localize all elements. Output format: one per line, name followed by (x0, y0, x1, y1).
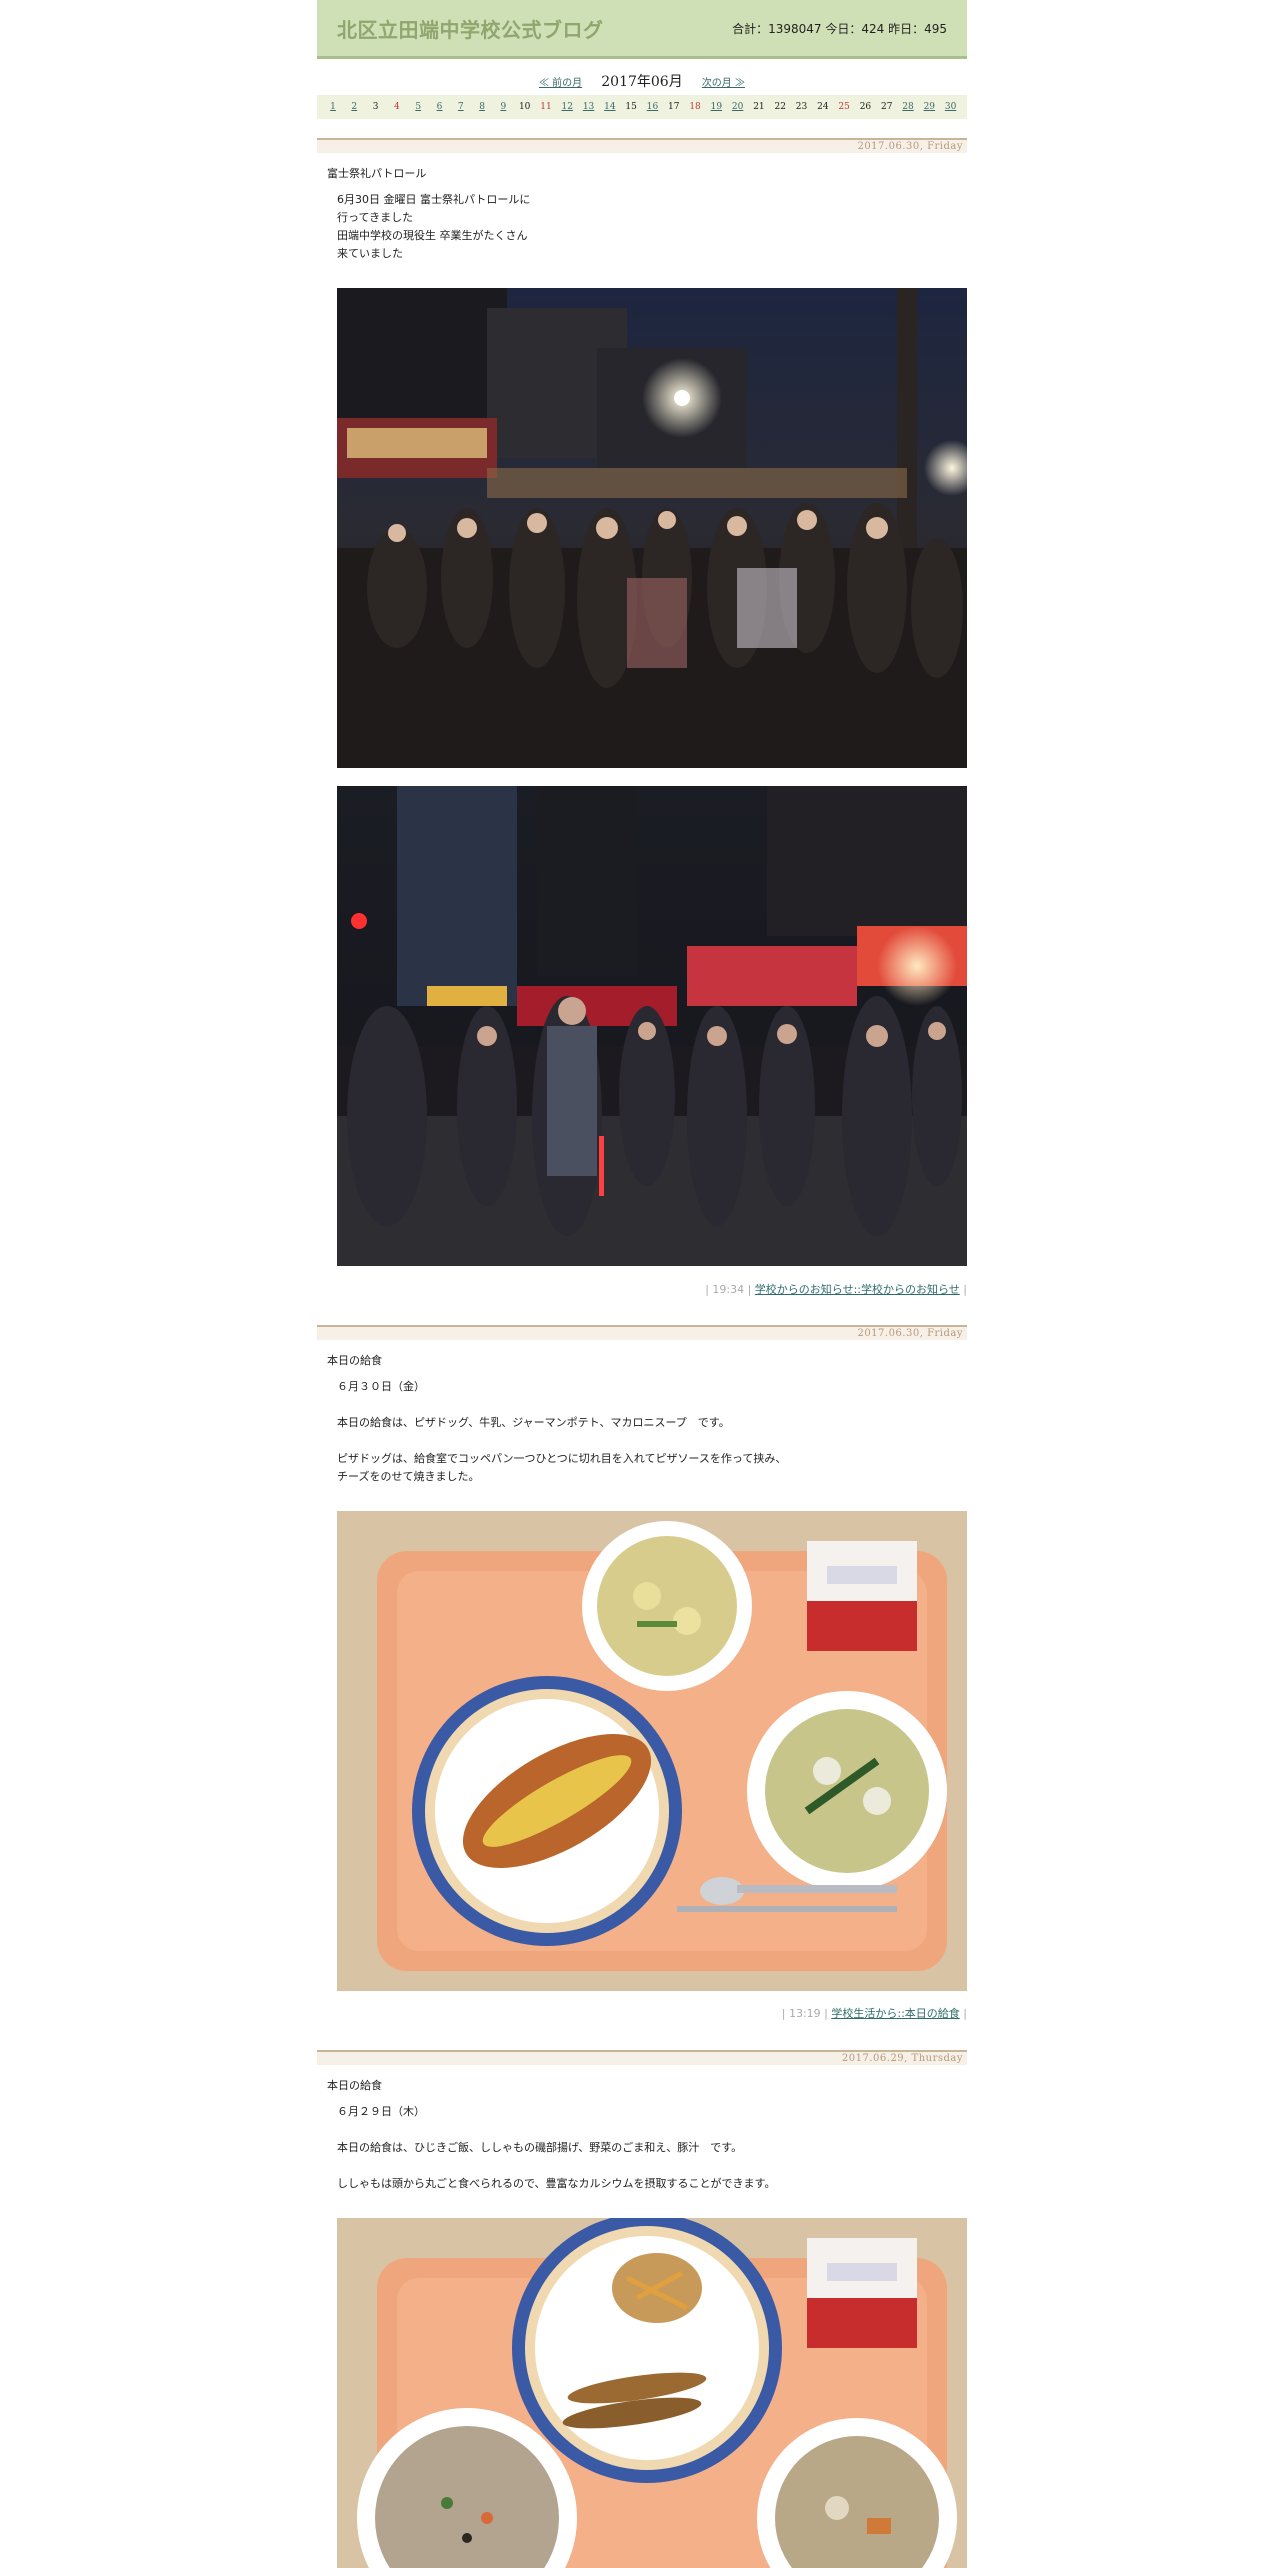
calendar-day: 23 (795, 102, 808, 112)
category-link[interactable]: 学校生活から::本日の給食 (831, 2007, 959, 2020)
post-body: ６月２９日（木） 本日の給食は、ひじきご飯、ししゃもの磯部揚げ、野菜のごま和え、… (337, 2103, 967, 2193)
calendar-day[interactable]: 29 (919, 102, 939, 112)
calendar-day: 27 (880, 102, 893, 112)
post-title[interactable]: 本日の給食 (327, 2077, 967, 2093)
post-line: ６月２９日（木） (337, 2105, 425, 2118)
post-line: 行ってきました (337, 211, 414, 224)
calendar-strip: 1 2 3 4 5 6 7 8 9 10 11 12 13 14 15 16 17 18 19 20 21 22 23 24 2… (317, 95, 967, 119)
post-line: 田端中学校の現役生 卒業生がたくさん (337, 229, 528, 242)
lunch-photo-shishamo (337, 2218, 967, 2568)
post-line: ６月３０日（金） (337, 1380, 425, 1393)
calendar-day[interactable]: 14 (600, 102, 620, 112)
post-meta: | 19:34 | 学校からのお知らせ::学校からのお知らせ | (705, 1281, 967, 1297)
calendar-day[interactable]: 19 (706, 102, 726, 112)
blog-post: 2017.06.30, Friday 本日の給食 ６月３０日（金） 本日の給食は… (317, 1325, 967, 2020)
post-meta: | 13:19 | 学校生活から::本日の給食 | (782, 2005, 967, 2021)
festival-photo-2 (337, 786, 967, 1266)
calendar-day[interactable]: 5 (408, 102, 428, 112)
post-line: 6月30日 金曜日 富士祭礼パトロールに (337, 193, 531, 206)
calendar-day: 21 (753, 102, 765, 112)
calendar-day[interactable]: 30 (941, 102, 961, 112)
calendar-day: 10 (518, 102, 531, 112)
month-navigation: ≪ 前の月 2017年06月 次の月 ≫ (317, 71, 967, 91)
calendar-day: 25 (838, 102, 850, 112)
calendar-day: 26 (859, 102, 872, 112)
post-date: 2017.06.29, Thursday (317, 2050, 967, 2065)
blog-post: 2017.06.29, Thursday 本日の給食 ６月２９日（木） 本日の給… (317, 2050, 967, 2568)
calendar-day: 18 (689, 102, 701, 112)
post-line (337, 2157, 967, 2175)
post-title[interactable]: 富士祭礼パトロール (327, 165, 967, 181)
meta-separator: | (963, 2007, 967, 2020)
post-line: チーズをのせて焼きました。 (337, 1470, 480, 1483)
prev-month-link[interactable]: ≪ 前の月 (539, 78, 582, 89)
blog-post: 2017.06.30, Friday 富士祭礼パトロール 6月30日 金曜日 富… (317, 138, 967, 1296)
calendar-day[interactable]: 12 (557, 102, 577, 112)
calendar-day: 15 (625, 102, 637, 112)
lunch-photo-pizza-dog (337, 1511, 967, 1991)
calendar-day[interactable]: 20 (728, 102, 748, 112)
calendar-day[interactable]: 28 (898, 102, 918, 112)
post-line (337, 1432, 967, 1450)
next-month-link[interactable]: 次の月 ≫ (702, 78, 745, 89)
post-line: 来ていました (337, 247, 403, 260)
post-line (337, 2121, 967, 2139)
post-date: 2017.06.30, Friday (317, 1325, 967, 1340)
calendar-day: 3 (372, 102, 379, 112)
meta-separator: | (963, 1283, 967, 1296)
calendar-day[interactable]: 9 (493, 102, 513, 112)
post-body: 6月30日 金曜日 富士祭礼パトロールに 行ってきました 田端中学校の現役生 卒… (337, 191, 967, 263)
calendar-day: 17 (668, 102, 680, 112)
calendar-day[interactable]: 8 (472, 102, 492, 112)
calendar-day: 24 (817, 102, 829, 112)
post-time: | 13:19 | (781, 2007, 828, 2020)
post-line: 本日の給食は、ピザドッグ、牛乳、ジャーマンポテト、マカロニスープ です。 (337, 1416, 730, 1429)
site-header: 北区立田端中学校公式ブログ 合計：1398047 今日：424 昨日：495 (317, 0, 967, 59)
post-body: ６月３０日（金） 本日の給食は、ピザドッグ、牛乳、ジャーマンポテト、マカロニスー… (337, 1378, 967, 1486)
calendar-day: 22 (774, 102, 786, 112)
post-date: 2017.06.30, Friday (317, 138, 967, 153)
calendar-day[interactable]: 6 (429, 102, 449, 112)
post-line: 本日の給食は、ひじきご飯、ししゃもの磯部揚げ、野菜のごま和え、豚汁 です。 (337, 2141, 743, 2154)
calendar-day[interactable]: 1 (323, 102, 343, 112)
post-line: ししゃもは頭から丸ごと食べられるので、豊富なカルシウムを摂取することができます。 (337, 2177, 776, 2190)
post-time: | 19:34 | (705, 1283, 752, 1296)
site-title[interactable]: 北区立田端中学校公式ブログ (337, 14, 604, 43)
festival-photo-1 (337, 288, 967, 768)
calendar-day[interactable]: 16 (642, 102, 662, 112)
calendar-day[interactable]: 13 (579, 102, 599, 112)
post-line (337, 1396, 967, 1414)
page-container: 北区立田端中学校公式ブログ 合計：1398047 今日：424 昨日：495 ≪… (317, 0, 967, 2568)
calendar-day[interactable]: 7 (451, 102, 471, 112)
current-month: 2017年06月 (601, 74, 683, 90)
calendar-day: 4 (394, 102, 400, 112)
post-title[interactable]: 本日の給食 (327, 1352, 967, 1368)
calendar-day: 11 (540, 102, 552, 112)
post-line: ピザドッグは、給食室でコッペパン一つひとつに切れ目を入れてピザソースを作って挟み… (337, 1452, 787, 1465)
category-link[interactable]: 学校からのお知らせ::学校からのお知らせ (755, 1283, 960, 1296)
calendar-day[interactable]: 2 (344, 102, 364, 112)
visitor-counter: 合計：1398047 今日：424 昨日：495 (732, 22, 947, 36)
